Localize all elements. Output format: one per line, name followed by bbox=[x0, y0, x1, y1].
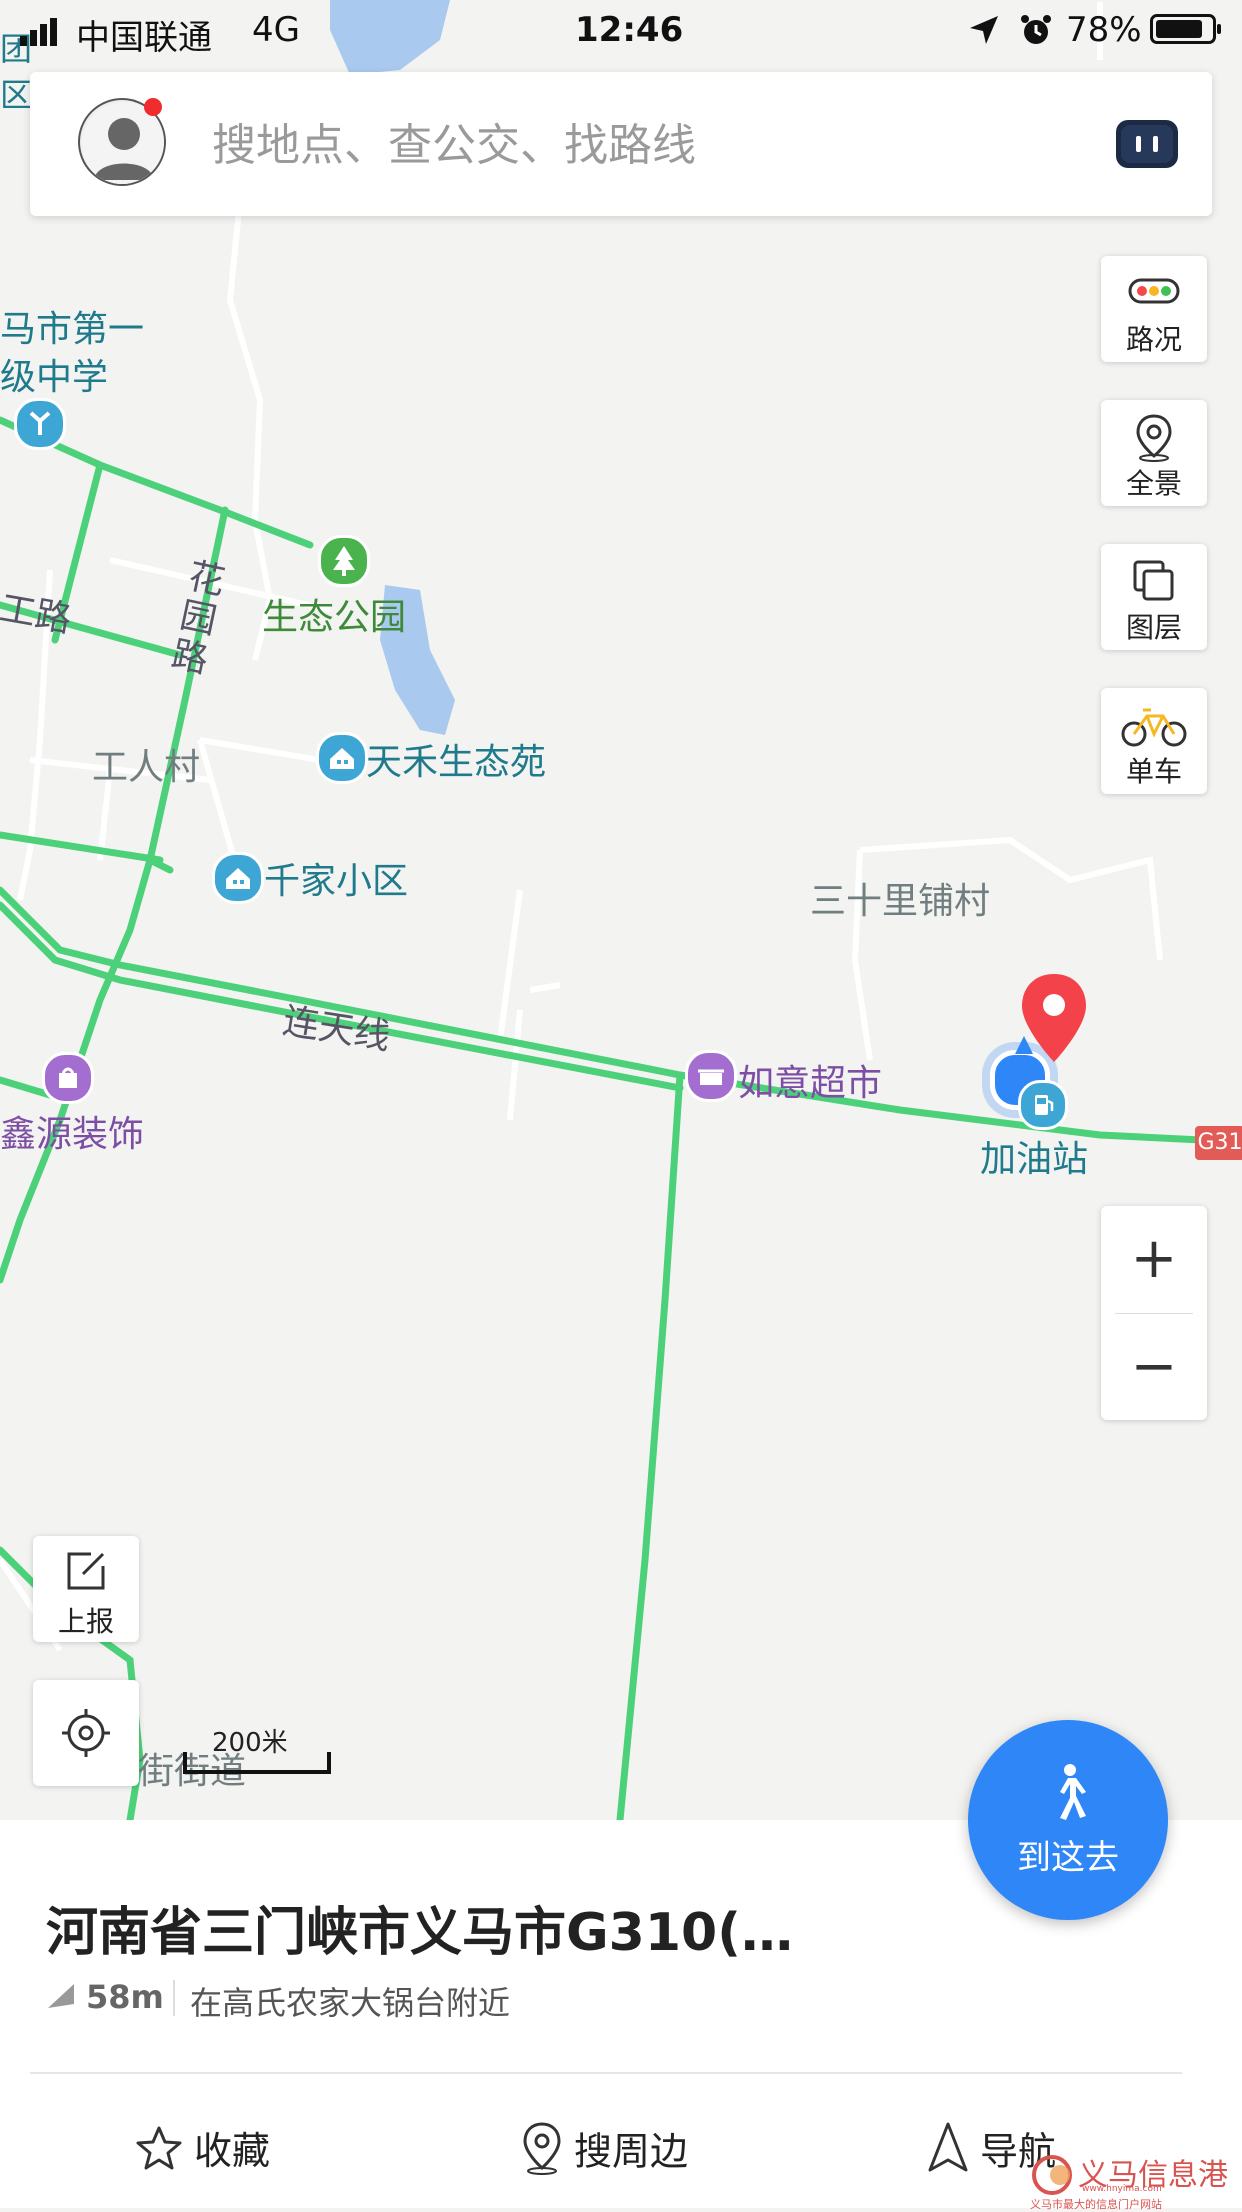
map-label-qianjia[interactable]: 千家小区 bbox=[264, 852, 408, 904]
panorama-button[interactable]: 全景 bbox=[1101, 400, 1207, 506]
locate-crosshair-icon bbox=[62, 1709, 110, 1757]
edit-report-icon bbox=[67, 1552, 105, 1590]
traffic-label: 路况 bbox=[1125, 323, 1182, 356]
carrier-label: 中国联通 bbox=[76, 18, 212, 58]
bike-label: 单车 bbox=[1125, 755, 1182, 788]
favorite-label: 收藏 bbox=[194, 2129, 271, 2173]
alarm-icon bbox=[1021, 15, 1051, 44]
zoom-in-button[interactable]: + bbox=[1101, 1206, 1207, 1312]
go-here-button[interactable]: 到这去 bbox=[968, 1720, 1168, 1920]
watermark-url: www.hnyima.com bbox=[1082, 2184, 1162, 2194]
layers-icon bbox=[1133, 560, 1174, 601]
panorama-pin-icon bbox=[1136, 414, 1172, 462]
zoom-control: + − bbox=[1101, 1206, 1207, 1420]
locate-me-button[interactable] bbox=[33, 1680, 139, 1786]
map-label-school-line2[interactable]: 级中学 bbox=[0, 348, 108, 400]
place-title: 河南省三门峡市义马市G310(… bbox=[46, 1903, 793, 1963]
watermark-logo-icon bbox=[1032, 2155, 1072, 2195]
zoom-out-button[interactable]: − bbox=[1101, 1314, 1207, 1420]
map-label-top-left-2: 区 bbox=[0, 76, 33, 114]
location-arrow-icon bbox=[970, 16, 998, 44]
layers-label: 图层 bbox=[1125, 611, 1182, 644]
network-label: 4G bbox=[252, 10, 300, 50]
gas-station-poi-icon[interactable] bbox=[1018, 1080, 1068, 1130]
shop-poi-icon[interactable] bbox=[42, 1052, 94, 1104]
map-label-park[interactable]: 生态公园 bbox=[262, 588, 406, 640]
report-label: 上报 bbox=[57, 1605, 114, 1638]
map-label-tianhe[interactable]: 天禾生态苑 bbox=[366, 733, 546, 785]
nearby-pin-icon bbox=[523, 2122, 561, 2175]
go-here-label: 到这去 bbox=[1017, 1838, 1119, 1878]
time-label: 12:46 bbox=[575, 10, 684, 50]
meta-separator bbox=[173, 1980, 175, 2016]
residence-poi-icon[interactable] bbox=[316, 732, 368, 784]
distance-label: 58m bbox=[86, 1978, 164, 2016]
supermarket-poi-icon[interactable] bbox=[685, 1050, 737, 1102]
notification-dot bbox=[144, 98, 162, 116]
status-bar: 中国联通 4G 12:46 78% bbox=[0, 0, 1242, 62]
school-poi-icon[interactable] bbox=[14, 398, 66, 450]
location-marker-pin-icon[interactable] bbox=[1018, 970, 1090, 1070]
highway-shield: G31 bbox=[1197, 1130, 1242, 1155]
sheet-divider bbox=[30, 2072, 1182, 2074]
map-label-xinyuan[interactable]: 鑫源装饰 bbox=[0, 1105, 144, 1157]
direction-arrow-icon bbox=[48, 1984, 74, 2008]
map-canvas[interactable] bbox=[0, 0, 1242, 1820]
search-bar[interactable] bbox=[30, 72, 1212, 216]
star-icon bbox=[136, 2126, 182, 2169]
battery-percent: 78% bbox=[1066, 10, 1142, 50]
navigation-arrow-icon bbox=[928, 2122, 968, 2172]
favorite-button[interactable]: 收藏 bbox=[134, 2120, 270, 2180]
watermark-subtext: 义马市最大的信息门户网站 bbox=[1030, 2198, 1162, 2211]
residence-poi-icon-2[interactable] bbox=[212, 852, 264, 904]
map-view[interactable]: 团 区 马市第一 级中学 生态公园 花园路 工路 工人村 天禾生态苑 千家小区 … bbox=[0, 0, 1242, 1820]
search-nearby-label: 搜周边 bbox=[574, 2129, 689, 2174]
report-button[interactable]: 上报 bbox=[33, 1536, 139, 1642]
battery-icon bbox=[1150, 14, 1221, 44]
voice-assistant-icon[interactable] bbox=[1112, 114, 1182, 174]
park-poi-icon[interactable] bbox=[318, 535, 370, 587]
traffic-light-icon bbox=[1128, 278, 1180, 304]
signal-icon bbox=[20, 18, 57, 46]
bike-button[interactable]: 单车 bbox=[1101, 688, 1207, 794]
map-label-gas[interactable]: 加油站 bbox=[980, 1130, 1088, 1182]
map-label-ruyi[interactable]: 如意超市 bbox=[738, 1054, 882, 1106]
scale-bar bbox=[183, 1752, 331, 1774]
map-label-workers-village[interactable]: 工人村 bbox=[92, 738, 200, 790]
walking-person-icon bbox=[1060, 1764, 1086, 1820]
panorama-label: 全景 bbox=[1125, 467, 1182, 500]
bicycle-icon bbox=[1121, 708, 1187, 747]
search-nearby-button[interactable]: 搜周边 bbox=[520, 2120, 688, 2180]
map-label-school-line1[interactable]: 马市第一 bbox=[0, 300, 144, 352]
search-input[interactable] bbox=[210, 112, 1014, 178]
nearby-label: 在高氏农家大锅台附近 bbox=[190, 1984, 511, 2022]
map-label-sanshili[interactable]: 三十里铺村 bbox=[810, 872, 990, 924]
traffic-button[interactable]: 路况 bbox=[1101, 256, 1207, 362]
watermark: 义马信息港 www.hnyima.com 义马市最大的信息门户网站 bbox=[1030, 2150, 1242, 2211]
layers-button[interactable]: 图层 bbox=[1101, 544, 1207, 650]
